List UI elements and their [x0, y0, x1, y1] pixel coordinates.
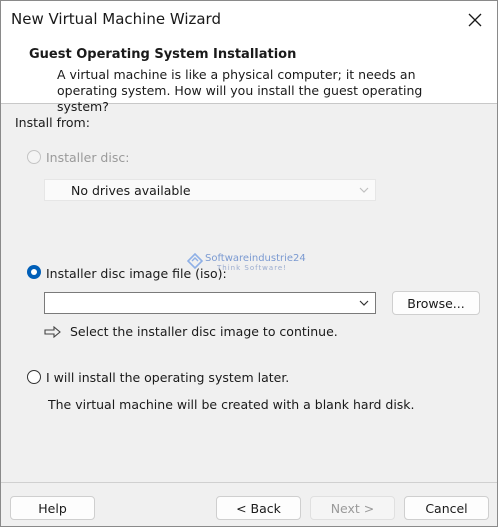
- wizard-header: Guest Operating System Installation A vi…: [1, 39, 497, 114]
- chevron-down-icon: [359, 300, 369, 306]
- cancel-button[interactable]: Cancel: [404, 496, 489, 520]
- installer-disc-dropdown[interactable]: No drives available: [44, 179, 376, 201]
- install-later-label: I will install the operating system late…: [46, 370, 290, 385]
- footer-divider: [1, 482, 497, 483]
- browse-button[interactable]: Browse...: [392, 291, 480, 315]
- close-button[interactable]: [453, 1, 497, 39]
- help-button[interactable]: Help: [10, 496, 95, 520]
- install-later-radio[interactable]: [27, 370, 41, 384]
- wizard-window: New Virtual Machine Wizard Guest Operati…: [0, 0, 498, 527]
- back-button[interactable]: < Back: [216, 496, 301, 520]
- close-icon: [468, 13, 482, 27]
- next-button[interactable]: Next >: [310, 496, 395, 520]
- arrow-right-icon: [44, 326, 61, 338]
- watermark-name: Softwareindustrie24: [205, 253, 306, 264]
- image-file-hint: Select the installer disc image to conti…: [70, 324, 338, 339]
- installer-disc-value: No drives available: [71, 183, 191, 198]
- window-title: New Virtual Machine Wizard: [11, 10, 221, 28]
- watermark-tagline: Think Software!: [217, 264, 288, 272]
- image-file-path-combo[interactable]: [44, 292, 376, 314]
- install-from-label: Install from:: [15, 115, 90, 130]
- page-title: Guest Operating System Installation: [29, 47, 297, 62]
- install-later-note: The virtual machine will be created with…: [48, 397, 415, 412]
- chevron-down-icon: [359, 187, 369, 193]
- installer-disc-radio[interactable]: [27, 150, 41, 164]
- installer-disc-label: Installer disc:: [46, 150, 130, 165]
- page-description: A virtual machine is like a physical com…: [57, 67, 423, 114]
- watermark-logo-icon: [187, 253, 203, 269]
- title-bar: New Virtual Machine Wizard: [1, 1, 497, 39]
- image-file-radio[interactable]: [27, 265, 41, 279]
